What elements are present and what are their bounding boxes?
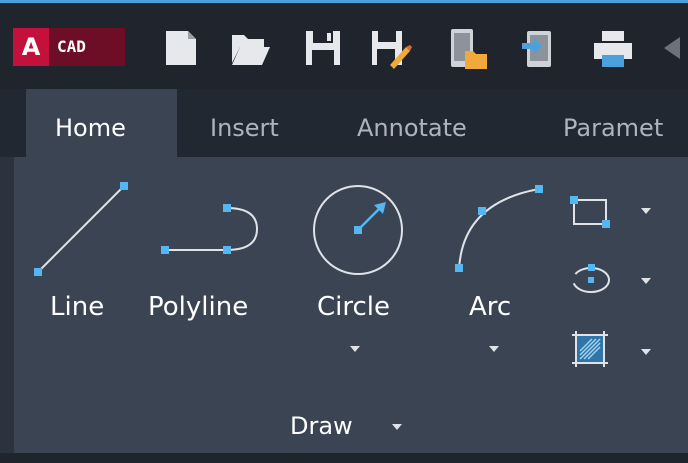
logo-text: CAD (49, 28, 125, 66)
circle-label: Circle (317, 292, 391, 322)
save-as-icon[interactable] (366, 25, 412, 71)
import-from-mobile-icon[interactable] (516, 25, 562, 71)
ellipse-dropdown-caret[interactable] (641, 278, 651, 284)
print-icon[interactable] (590, 25, 636, 71)
line-icon (34, 182, 128, 276)
tab-insert[interactable]: Insert (210, 89, 279, 157)
circle-icon (313, 185, 403, 275)
rectangle-icon (570, 196, 610, 228)
open-from-mobile-icon[interactable] (443, 25, 489, 71)
circle-dropdown-caret[interactable] (350, 346, 360, 352)
draw-panel-title[interactable]: Draw (290, 412, 353, 440)
save-icon[interactable] (300, 25, 346, 71)
line-button[interactable] (30, 178, 130, 278)
circle-button[interactable] (308, 182, 408, 282)
logo-letter: A (21, 33, 41, 61)
bottom-edge (0, 453, 688, 463)
arc-icon (455, 185, 543, 272)
draw-panel-expand-caret[interactable] (392, 424, 402, 430)
app-logo[interactable]: A CAD (13, 28, 125, 66)
open-folder-icon[interactable] (226, 25, 272, 71)
hatch-dropdown-caret[interactable] (641, 349, 651, 355)
new-file-icon[interactable] (158, 25, 204, 71)
polyline-button[interactable] (160, 198, 270, 258)
ribbon-tab-bar: Home Insert Annotate Paramet (0, 89, 688, 157)
rectangle-dropdown-caret[interactable] (641, 208, 651, 214)
polyline-icon (161, 204, 259, 254)
draw-panel-label: Draw (290, 412, 353, 440)
ellipse-icon (572, 264, 610, 293)
arc-button[interactable] (452, 183, 547, 278)
tab-annotate[interactable]: Annotate (357, 89, 467, 157)
line-label: Line (50, 292, 105, 322)
undo-icon[interactable] (662, 25, 688, 71)
rectangle-button[interactable] (568, 190, 612, 234)
tab-parametric[interactable]: Paramet (563, 89, 663, 157)
arc-label: Arc (469, 292, 512, 322)
tab-home[interactable]: Home (26, 89, 177, 157)
arc-dropdown-caret[interactable] (489, 346, 499, 352)
hatch-button[interactable] (568, 327, 612, 371)
ellipse-button[interactable] (568, 257, 614, 301)
hatch-icon (572, 331, 608, 367)
polyline-label: Polyline (148, 292, 249, 322)
quick-access-toolbar: A CAD (0, 3, 688, 89)
